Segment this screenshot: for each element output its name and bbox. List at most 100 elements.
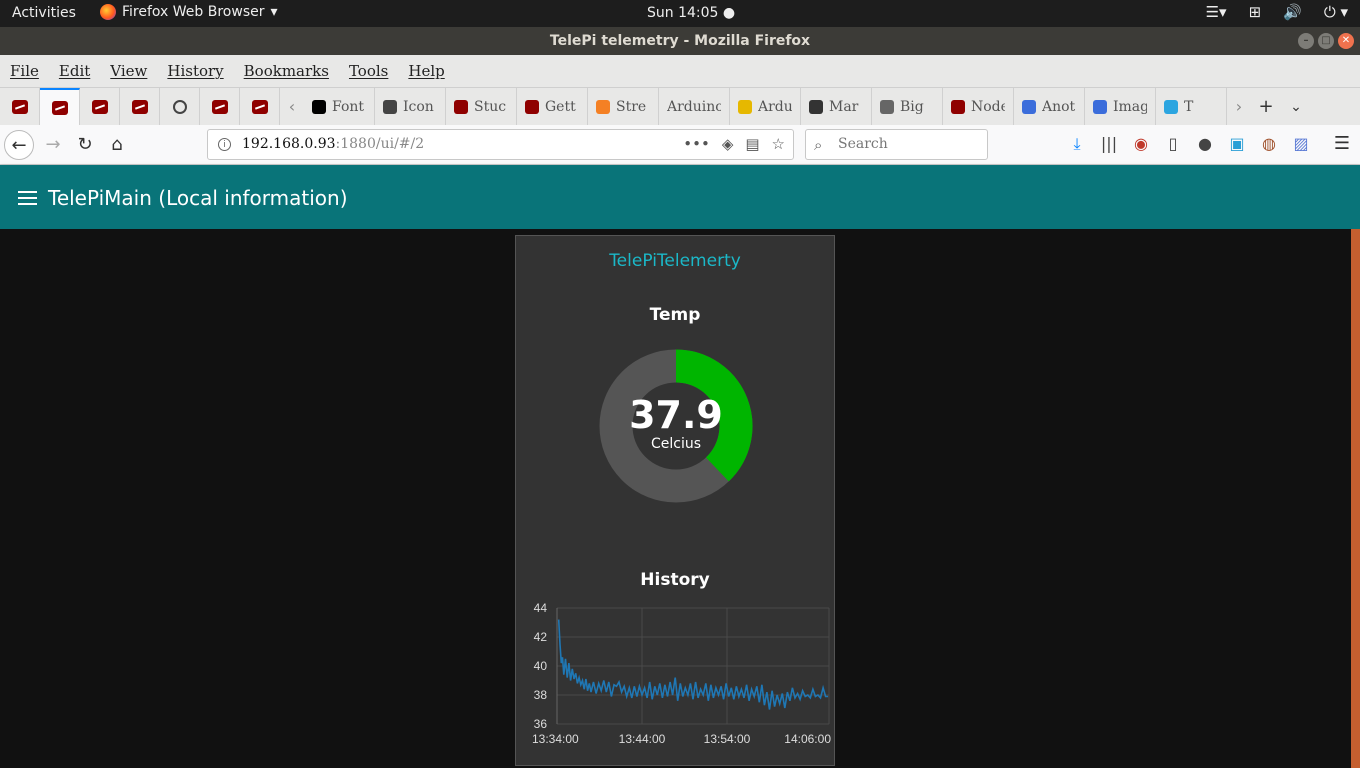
extension-save-icon[interactable]: ▣ xyxy=(1228,134,1246,154)
maximize-button[interactable]: □ xyxy=(1318,33,1334,49)
extension-screenshot-icon[interactable]: ▨ xyxy=(1292,134,1310,154)
telemetry-group-card: TelePiTelemerty Temp 37.9 Celcius Histor… xyxy=(515,235,835,766)
gauge-value: 37.9 xyxy=(629,393,723,437)
menu-help[interactable]: Help xyxy=(408,62,444,80)
activities-button[interactable]: Activities xyxy=(12,5,76,21)
chat-icon xyxy=(1093,99,1107,114)
search-bar[interactable]: ⌕ Search xyxy=(805,129,988,160)
tab-4[interactable]: Stre xyxy=(588,88,659,125)
x-tick-label: 13:54:00 xyxy=(704,732,751,746)
nodered-icon xyxy=(951,99,965,114)
reload-button[interactable]: ↻ xyxy=(70,130,100,160)
dashboard-title: TelePiMain (Local information) xyxy=(48,186,348,210)
tab-7[interactable]: Mar xyxy=(801,88,872,125)
extension-record-icon[interactable]: ◉ xyxy=(1132,134,1150,154)
menu-view[interactable]: View xyxy=(110,62,147,80)
forward-button[interactable]: → xyxy=(38,130,68,160)
tab-10[interactable]: Anot xyxy=(1014,88,1085,125)
tab-6[interactable]: Ardu xyxy=(730,88,801,125)
tab-scroll-right-icon[interactable]: › xyxy=(1227,97,1251,116)
tab-9[interactable]: Node xyxy=(943,88,1014,125)
tab-12[interactable]: T xyxy=(1156,88,1227,125)
tab-11[interactable]: Imag xyxy=(1085,88,1156,125)
pinned-tab-active[interactable] xyxy=(40,88,80,125)
extension-circles-icon[interactable]: ● xyxy=(1196,134,1214,154)
reader-view-icon[interactable]: ▤ xyxy=(745,135,759,153)
input-method-icon[interactable]: ☰▾ xyxy=(1206,3,1227,21)
tab-scroll-left-icon[interactable]: ‹ xyxy=(280,97,304,116)
library-icon[interactable]: ||| xyxy=(1100,134,1118,154)
chat-icon xyxy=(1022,99,1036,114)
pinned-tab[interactable] xyxy=(240,88,280,125)
toolbar-icons: ⤓ ||| ◉ ▯ ● ▣ ◍ ▨ xyxy=(1068,134,1310,154)
menu-bar: File Edit View History Bookmarks Tools H… xyxy=(0,55,1360,88)
cookie-icon[interactable]: ◍ xyxy=(1260,134,1278,154)
scrollbar[interactable] xyxy=(1351,229,1360,768)
volume-icon[interactable]: 🔊 xyxy=(1283,3,1302,21)
pinned-tab[interactable] xyxy=(200,88,240,125)
tab-label: Gett xyxy=(545,98,576,115)
sidebar-icon[interactable]: ▯ xyxy=(1164,134,1182,154)
telegram-icon xyxy=(1164,99,1178,114)
clock-label: Sun 14:05 xyxy=(647,5,719,21)
gauge-units: Celcius xyxy=(650,436,702,452)
search-icon: ⌕ xyxy=(814,136,823,154)
tab-3[interactable]: Gett xyxy=(517,88,588,125)
tab-5[interactable]: Arduino xyxy=(659,88,730,125)
system-tray[interactable]: ☰▾ ⊞ 🔊 ⏻ ▾ xyxy=(1206,3,1348,21)
home-button[interactable]: ⌂ xyxy=(102,130,132,160)
downloads-icon[interactable]: ⤓ xyxy=(1068,134,1086,154)
url-text[interactable]: 192.168.0.93:1880/ui/#/2 xyxy=(242,136,424,152)
system-top-bar: Activities Firefox Web Browser ▾ Sun 14:… xyxy=(0,0,1360,27)
tab-list-menu-icon[interactable]: ⌄ xyxy=(1281,99,1311,115)
menu-history[interactable]: History xyxy=(167,62,223,80)
menu-edit[interactable]: Edit xyxy=(59,62,90,80)
window-title: TelePi telemetry - Mozilla Firefox xyxy=(549,33,811,49)
pinned-tab[interactable] xyxy=(120,88,160,125)
new-tab-button[interactable]: + xyxy=(1251,96,1281,117)
app-menu-label: Firefox Web Browser xyxy=(122,4,265,20)
bookmark-star-icon[interactable]: ☆ xyxy=(772,135,785,153)
nodered-icon xyxy=(51,100,68,115)
dashboard-toolbar: TelePiMain (Local information) xyxy=(0,165,1360,229)
tab-2[interactable]: Stuc xyxy=(446,88,517,125)
pinned-tab[interactable] xyxy=(80,88,120,125)
url-host: 192.168.0.93 xyxy=(242,136,336,152)
minimize-button[interactable]: – xyxy=(1298,33,1314,49)
site-info-icon[interactable]: i xyxy=(218,138,231,151)
menu-icon[interactable] xyxy=(18,187,38,207)
pinned-tab[interactable] xyxy=(160,88,200,125)
pocket-icon[interactable]: ◈ xyxy=(722,135,734,153)
page-actions-icon[interactable]: ••• xyxy=(683,135,710,153)
y-tick-label: 44 xyxy=(534,601,548,615)
window-title-bar: TelePi telemetry - Mozilla Firefox – □ ✕ xyxy=(0,27,1360,55)
url-path: :1880/ui/#/2 xyxy=(335,136,425,152)
network-icon[interactable]: ⊞ xyxy=(1249,3,1262,21)
y-tick-label: 40 xyxy=(534,659,548,673)
url-bar[interactable]: i 192.168.0.93:1880/ui/#/2 ••• ◈ ▤ ☆ xyxy=(207,129,794,160)
clock[interactable]: Sun 14:05 ● xyxy=(647,5,735,21)
tab-label: Anot xyxy=(1042,98,1076,115)
tab-label: Mar xyxy=(829,98,859,115)
tab-label: Font xyxy=(332,98,365,115)
power-icon[interactable]: ⏻ ▾ xyxy=(1324,3,1348,21)
x-tick-label: 13:34:00 xyxy=(532,732,579,746)
menu-bookmarks[interactable]: Bookmarks xyxy=(244,62,329,80)
menu-tools[interactable]: Tools xyxy=(349,62,388,80)
nodered-icon xyxy=(91,99,108,114)
x-tick-label: 14:06:00 xyxy=(784,732,831,746)
open-menu-icon[interactable]: ☰ xyxy=(1334,133,1350,154)
close-button[interactable]: ✕ xyxy=(1338,33,1354,49)
menu-file[interactable]: File xyxy=(10,62,39,80)
tab-label: Stuc xyxy=(474,98,507,115)
back-button[interactable]: ← xyxy=(4,130,34,160)
history-chart: 36 38 40 42 44 13:34:00 13:44:00 13:54:00 14:06:… xyxy=(532,601,831,746)
y-tick-label: 38 xyxy=(534,688,548,702)
pinned-tab[interactable] xyxy=(0,88,40,125)
app-menu[interactable]: Firefox Web Browser ▾ xyxy=(100,4,278,20)
tab-0[interactable]: Font xyxy=(304,88,375,125)
tab-8[interactable]: Big xyxy=(872,88,943,125)
markdown-icon xyxy=(809,99,823,114)
chevron-down-icon: ▾ xyxy=(270,4,278,20)
tab-1[interactable]: Icon xyxy=(375,88,446,125)
